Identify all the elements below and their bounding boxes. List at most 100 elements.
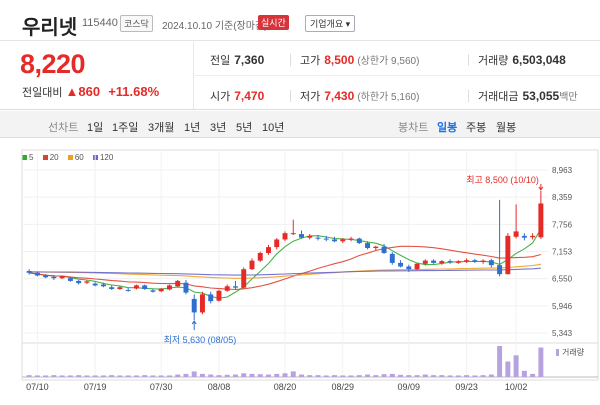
volume-bar bbox=[497, 346, 503, 377]
volume-bar bbox=[266, 374, 271, 377]
x-tick-label: 09/23 bbox=[455, 382, 478, 392]
volume-bar bbox=[51, 375, 57, 377]
candle-body bbox=[84, 281, 90, 283]
candle-body bbox=[406, 266, 412, 270]
y-tick-label: 7,153 bbox=[552, 248, 573, 257]
candle-body bbox=[216, 290, 222, 301]
volume-bar bbox=[538, 347, 544, 377]
candle-body bbox=[315, 237, 321, 239]
volume-bar bbox=[299, 374, 304, 377]
volume-bar bbox=[158, 375, 164, 377]
volume-bar bbox=[125, 375, 131, 377]
candle-body bbox=[365, 243, 371, 249]
volume-bar bbox=[447, 375, 453, 377]
candle-body bbox=[538, 203, 544, 238]
candle-body bbox=[447, 261, 453, 263]
volume-bar bbox=[249, 373, 255, 377]
volume-bar bbox=[464, 375, 470, 377]
volume-bar bbox=[224, 374, 230, 377]
x-tick-label: 08/29 bbox=[332, 382, 355, 392]
candle-body bbox=[414, 263, 420, 270]
x-tick-label: 08/08 bbox=[208, 382, 231, 392]
candle-body bbox=[133, 285, 139, 289]
volume-bar bbox=[133, 375, 139, 377]
candle-body bbox=[488, 260, 494, 266]
volume-bar bbox=[472, 375, 478, 377]
candle-body bbox=[224, 286, 230, 291]
candle-body bbox=[439, 261, 445, 264]
candle-body bbox=[389, 253, 395, 263]
candle-body bbox=[299, 234, 304, 238]
volume-bar bbox=[439, 375, 445, 377]
candle-body bbox=[109, 287, 115, 290]
volume-bar bbox=[43, 375, 49, 377]
candle-body bbox=[431, 260, 437, 263]
x-tick-label: 08/20 bbox=[274, 382, 297, 392]
volume-bar bbox=[257, 374, 263, 377]
volume-bar bbox=[84, 375, 90, 377]
candle-body bbox=[125, 289, 131, 291]
candle-body bbox=[233, 286, 238, 288]
volume-bar bbox=[166, 375, 172, 377]
x-tick-label: 07/30 bbox=[150, 382, 173, 392]
volume-bar bbox=[183, 373, 189, 377]
candle-body bbox=[117, 287, 123, 290]
candle-body bbox=[398, 262, 404, 267]
volume-bar bbox=[431, 375, 437, 377]
x-tick-label: 10/02 bbox=[505, 382, 528, 392]
candle-body bbox=[274, 239, 280, 248]
low-annotation: 최저 5,630 (08/05) bbox=[164, 335, 237, 345]
candle-body bbox=[158, 288, 164, 292]
x-tick-label: 07/19 bbox=[84, 382, 107, 392]
candle-body bbox=[257, 252, 263, 261]
volume-bar bbox=[109, 375, 115, 377]
volume-bar bbox=[233, 374, 238, 377]
candle-body bbox=[199, 294, 205, 313]
y-tick-label: 5,946 bbox=[552, 302, 573, 311]
candle-body bbox=[307, 235, 313, 238]
candle-body bbox=[142, 285, 148, 290]
volume-bar bbox=[480, 375, 486, 377]
candle-body bbox=[497, 265, 503, 275]
candle-body bbox=[26, 270, 32, 273]
volume-bar bbox=[422, 374, 428, 377]
price-chart[interactable]: 8,963 8,359 7,756 7,153 6,550 5,946 5,343 07/10… bbox=[0, 0, 600, 405]
volume-bar bbox=[290, 371, 296, 377]
candle-body bbox=[373, 246, 379, 249]
y-tick-label: 5,343 bbox=[552, 329, 573, 338]
candle-body bbox=[100, 284, 106, 287]
volume-bar bbox=[530, 373, 536, 377]
high-arrow-icon bbox=[538, 183, 544, 191]
candle-body bbox=[340, 239, 346, 242]
volume-bar bbox=[381, 374, 387, 377]
candle-body bbox=[381, 246, 387, 253]
volume-bar bbox=[142, 375, 148, 377]
volume-bar bbox=[199, 373, 205, 377]
candle-body bbox=[150, 290, 156, 292]
candle-body bbox=[480, 260, 486, 262]
candle-body bbox=[51, 276, 57, 279]
volume-bar bbox=[175, 374, 181, 377]
candle-body bbox=[266, 247, 271, 253]
candle-body bbox=[183, 282, 189, 293]
candle-body bbox=[249, 260, 255, 270]
volume-bar bbox=[307, 375, 313, 377]
volume-bar bbox=[398, 374, 404, 377]
candle-body bbox=[208, 294, 214, 302]
low-arrow-icon bbox=[191, 320, 197, 331]
candle-body bbox=[76, 280, 82, 284]
candle-body bbox=[348, 238, 354, 240]
y-tick-label: 8,359 bbox=[552, 193, 573, 202]
candle-body bbox=[530, 235, 536, 238]
volume-bar bbox=[365, 374, 371, 377]
candle-body bbox=[464, 260, 470, 262]
candle-body bbox=[34, 272, 40, 276]
candle-body bbox=[175, 280, 181, 287]
volume-bar bbox=[521, 370, 527, 377]
volume-bar bbox=[389, 373, 395, 377]
x-tick-label: 09/09 bbox=[398, 382, 421, 392]
volume-bar bbox=[34, 375, 40, 377]
volume-bar bbox=[216, 375, 222, 377]
volume-bar bbox=[191, 371, 197, 377]
candle-body bbox=[290, 233, 296, 235]
